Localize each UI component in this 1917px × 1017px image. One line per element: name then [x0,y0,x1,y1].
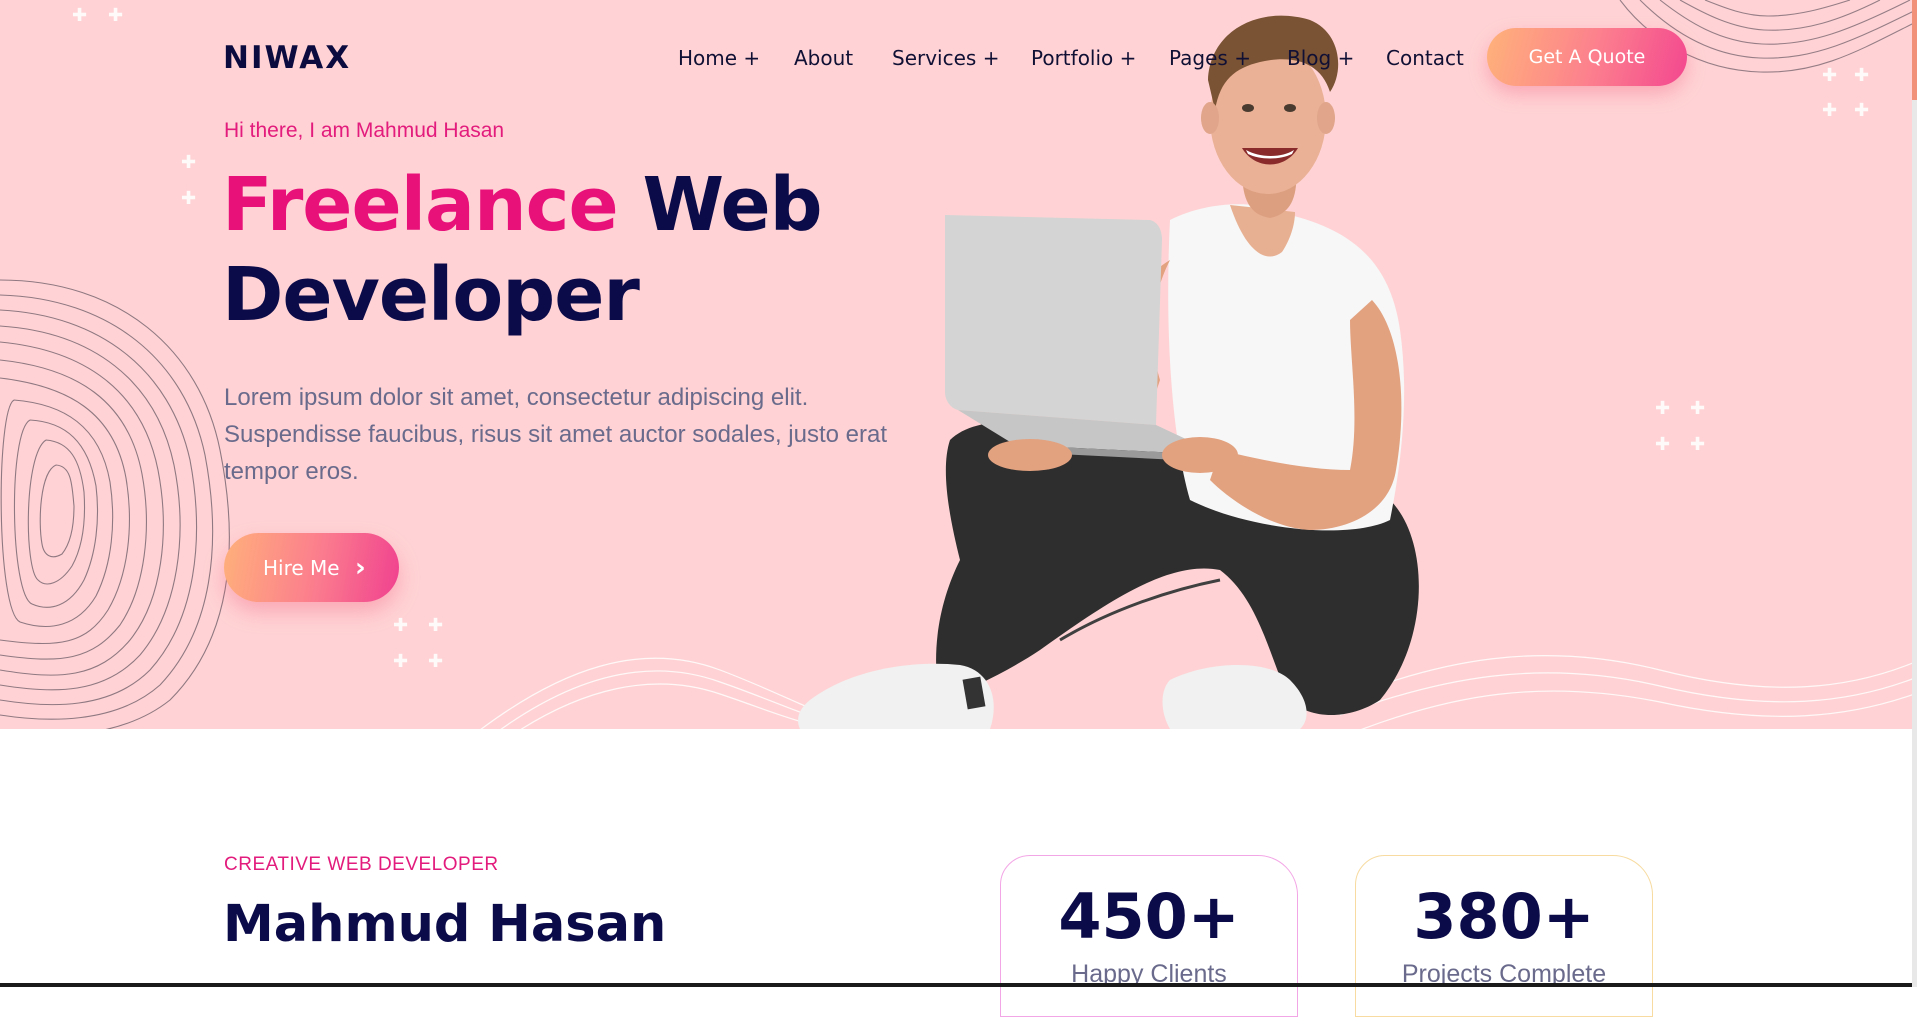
stat-value: 450+ [1058,880,1240,953]
about-eyebrow: CREATIVE WEB DEVELOPER [224,854,499,875]
sparkle-icon: ✚ [1690,398,1706,418]
sparkle-icon: ✚ [393,615,409,635]
sparkle-icon: ✚ [1655,434,1671,454]
sparkle-icon: ✚ [1690,434,1706,454]
sparkle-icon: ✚ [1854,65,1870,85]
stat-card-projects: 380+ Projects Complete [1355,855,1653,1017]
nav-about[interactable]: About [794,46,853,70]
scrollbar-thumb[interactable] [1912,0,1917,100]
sparkle-icon: ✚ [1854,100,1870,120]
sparkle-icon: ✚ [428,651,444,671]
about-name: Mahmud Hasan [223,895,667,954]
site-logo[interactable]: NIWAX [223,40,351,76]
developer-photo [798,15,1419,729]
sparkle-icon: ✚ [428,615,444,635]
hire-me-label: Hire Me [263,556,340,580]
page-scrollbar[interactable] [1912,0,1917,987]
nav-pages[interactable]: Pages + [1169,46,1251,70]
hero-section: ✚ ✚ ✚ ✚ ✚ ✚ ✚ ✚ ✚ ✚ ✚ ✚ ✚ ✚ ✚ ✚ [0,0,1917,729]
hero-description: Lorem ipsum dolor sit amet, consectetur … [224,384,887,485]
sparkle-icon: ✚ [1655,398,1671,418]
sparkle-icon: ✚ [181,152,197,172]
nav-services[interactable]: Services + [892,46,999,70]
sparkle-icon: ✚ [1822,100,1838,120]
window-bottom-edge [0,983,1912,987]
hero-greeting: Hi there, I am Mahmud Hasan [224,119,505,142]
sparkle-icon: ✚ [181,188,197,208]
sparkle-icon: ✚ [108,5,124,25]
nav-contact[interactable]: Contact [1386,46,1464,70]
hero-headline: Freelance Web Developer [222,160,922,340]
sparkle-icon: ✚ [72,5,88,25]
get-a-quote-button[interactable]: Get A Quote [1487,28,1687,86]
headline-highlight: Freelance [222,162,619,248]
sparkle-icon: ✚ [1822,65,1838,85]
stat-value: 380+ [1413,880,1595,953]
nav-portfolio[interactable]: Portfolio + [1031,46,1136,70]
sparkle-icon: ✚ [393,651,409,671]
hire-me-button[interactable]: Hire Me › [224,533,399,602]
nav-home[interactable]: Home + [678,46,760,70]
stat-card-clients: 450+ Happy Clients [1000,855,1298,1017]
get-a-quote-label: Get A Quote [1528,46,1646,68]
nav-blog[interactable]: Blog + [1287,46,1354,70]
chevron-right-icon: › [355,553,366,583]
